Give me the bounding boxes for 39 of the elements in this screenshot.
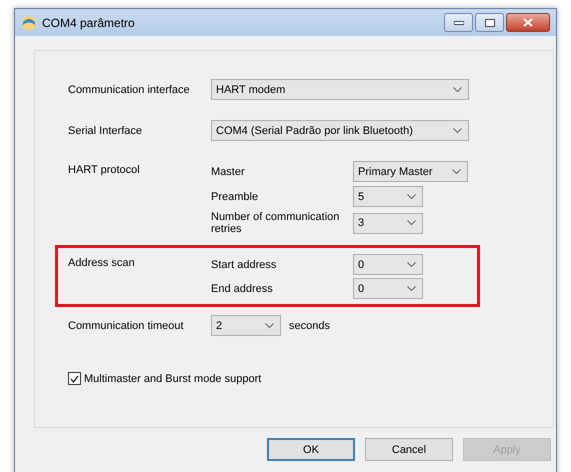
field-label: Communication timeout bbox=[68, 320, 185, 332]
chevron-down-icon bbox=[453, 128, 462, 134]
dropdown-field[interactable]: COM4 (Serial Padrão por link Bluetooth) bbox=[211, 120, 469, 141]
dialog-button[interactable]: OK bbox=[267, 438, 355, 461]
chevron-down-icon bbox=[452, 168, 461, 174]
maximize-icon bbox=[484, 18, 494, 26]
checkbox[interactable] bbox=[68, 372, 81, 385]
dialog-button[interactable]: Cancel bbox=[365, 438, 453, 461]
field-label: Serial Interface bbox=[68, 124, 143, 136]
close-button[interactable] bbox=[506, 13, 550, 32]
dropdown-field[interactable]: 0 bbox=[353, 254, 423, 275]
dropdown-field[interactable]: HART modem bbox=[211, 79, 469, 100]
dropdown-field[interactable]: 3 bbox=[353, 212, 423, 234]
dropdown-field[interactable]: Primary Master bbox=[353, 161, 468, 182]
maximize-button[interactable] bbox=[475, 13, 504, 32]
field-label: Number of communication retries bbox=[211, 211, 340, 235]
dropdown-field[interactable]: 2 bbox=[211, 315, 281, 336]
chevron-down-icon bbox=[407, 220, 416, 226]
group-label: Address scan bbox=[68, 256, 136, 269]
field-label: Communication interface bbox=[68, 84, 191, 96]
chevron-down-icon bbox=[407, 194, 416, 200]
field-label: End address bbox=[211, 282, 274, 294]
dropdown-field[interactable]: 5 bbox=[353, 186, 423, 207]
window-title: COM4 parâmetro bbox=[42, 16, 136, 30]
close-icon bbox=[523, 18, 533, 27]
field-label: Start address bbox=[211, 258, 278, 270]
minimize-icon bbox=[454, 20, 464, 24]
field-label: Preamble bbox=[211, 190, 260, 202]
chevron-down-icon bbox=[407, 286, 416, 292]
chevron-down-icon bbox=[265, 322, 274, 328]
field-label: Master bbox=[211, 166, 246, 178]
app-icon bbox=[21, 14, 37, 30]
minimize-button[interactable] bbox=[444, 13, 473, 32]
chevron-down-icon bbox=[407, 262, 416, 268]
dropdown-field[interactable]: 0 bbox=[353, 278, 423, 299]
chevron-down-icon bbox=[453, 86, 462, 92]
checkbox-label: Multimaster and Burst mode support bbox=[84, 372, 262, 384]
group-label: HART protocol bbox=[68, 163, 141, 176]
unit-label: seconds bbox=[289, 320, 330, 332]
